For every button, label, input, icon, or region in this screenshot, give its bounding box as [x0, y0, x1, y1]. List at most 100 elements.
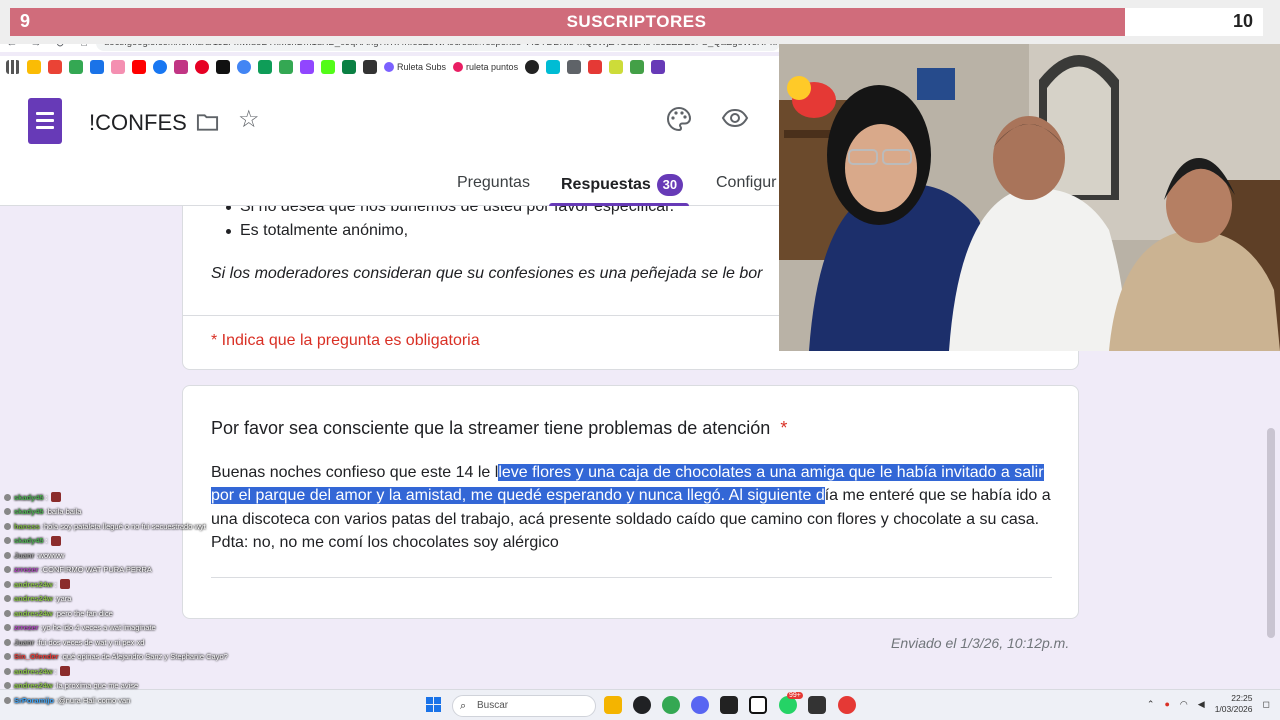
chat-message: andres24w: la proxima que me avise [0, 679, 240, 694]
bookmark-drive-icon[interactable] [27, 60, 41, 74]
chat-username[interactable]: andres24w [14, 594, 53, 603]
chat-message: andres24w: yara [0, 592, 240, 607]
tab-questions[interactable]: Preguntas [457, 174, 530, 192]
chat-badge-icon [4, 682, 11, 690]
bookmark-maps-icon[interactable] [258, 60, 272, 74]
system-tray: ⌃ ● ◠ ◀ 22:25 1/03/2026 ◻ [1147, 693, 1270, 715]
chatgpt-icon[interactable] [633, 696, 651, 714]
chat-username[interactable]: hansss [14, 522, 40, 531]
chat-message: zrrezer: yo he ido 4 veces a wat imagina… [0, 621, 240, 636]
file-explorer-icon[interactable] [604, 696, 622, 714]
wifi-icon[interactable]: ◠ [1180, 699, 1188, 710]
chat-username[interactable]: andres24w [14, 681, 53, 690]
bookmark-ruleta-subs[interactable]: Ruleta Subs [384, 62, 446, 72]
apps-grid-icon[interactable] [6, 60, 20, 74]
bookmark-lime-icon[interactable] [609, 60, 624, 74]
required-note: * Indica que la pregunta es obligatoria [211, 332, 480, 349]
chat-badge-icon [4, 580, 11, 588]
bookmark-twitch-icon[interactable] [300, 60, 314, 74]
chat-badge-icon [4, 537, 11, 545]
bookmark-instagram-icon[interactable] [174, 60, 188, 74]
bookmark-gmail-icon[interactable] [48, 60, 62, 74]
chat-username[interactable]: Juanr [14, 638, 34, 647]
obs-icon[interactable] [838, 696, 856, 714]
chat-username[interactable]: skady45 [14, 493, 44, 502]
google-forms-logo-icon[interactable] [28, 98, 62, 144]
webcam-overlay [779, 40, 1280, 351]
tab-settings[interactable]: Configur [716, 174, 776, 192]
bookmark-youtube-icon[interactable] [132, 60, 146, 74]
taskbar-search[interactable]: ⌕ Buscar [452, 695, 596, 717]
notion-icon[interactable] [749, 696, 767, 714]
clock-time: 22:25 [1231, 693, 1253, 703]
tab-responses[interactable]: Respuestas 30 [561, 174, 683, 196]
preview-eye-icon[interactable] [721, 108, 749, 128]
bookmark-check-icon[interactable] [363, 60, 377, 74]
chat-username[interactable]: andres24w [14, 609, 53, 618]
chat-username[interactable]: Juanr [14, 551, 34, 560]
star-icon[interactable]: ☆ [238, 108, 260, 132]
chat-text: la proxima que me avise [56, 681, 139, 691]
bookmark-chrome-icon[interactable] [237, 60, 251, 74]
answer-text-start: Buenas noches confieso que este 14 le l [211, 464, 499, 481]
bookmark-facebook-icon[interactable] [153, 60, 167, 74]
bookmark-tiktok-icon[interactable] [216, 60, 230, 74]
subscriber-goal-label: SUSCRIPTORES [566, 12, 707, 31]
capcut-icon[interactable] [808, 696, 826, 714]
bookmark-kick-icon[interactable] [321, 60, 335, 74]
notifications-icon[interactable]: ◻ [1263, 699, 1270, 710]
submission-timestamp: Enviado el 1/3/26, 10:12p.m. [891, 635, 1070, 651]
chat-username[interactable]: SrPoramijo [14, 696, 54, 705]
chat-message: Juanr: fui dos veces de wat y ni pex xd [0, 635, 240, 650]
bookmark-play-icon[interactable] [546, 60, 561, 74]
chat-separator: : [54, 666, 57, 676]
chat-username[interactable]: andres24w [14, 580, 53, 589]
chat-text: fui dos veces de wat y ni pex xd [38, 637, 145, 647]
bookmark-pinterest-icon[interactable] [195, 60, 209, 74]
palette-icon[interactable] [666, 106, 692, 132]
bookmark-grid-icon[interactable] [342, 60, 356, 74]
chat-text: pero the fan dice [56, 608, 113, 618]
chat-message: SrPoramijo: @nura Hali como van [0, 693, 240, 708]
webcam-scene [779, 40, 1280, 351]
stream-chat-overlay: skady45: skady45: baila baila hansss: hol… [0, 490, 240, 720]
chat-emote-icon [59, 666, 70, 677]
discord-icon[interactable] [691, 696, 709, 714]
bookmark-docs-icon[interactable] [69, 60, 83, 74]
bookmark-pinwheel-icon[interactable] [111, 60, 125, 74]
form-title[interactable]: !CONFES [89, 110, 187, 136]
chat-username[interactable]: skady45 [14, 536, 44, 545]
bookmark-cloud-icon[interactable] [567, 60, 582, 74]
chat-username[interactable]: zrrezer [14, 565, 39, 574]
system-clock[interactable]: 22:25 1/03/2026 [1215, 693, 1253, 715]
windows-start-icon[interactable] [426, 697, 442, 713]
chat-badge-icon [4, 551, 11, 559]
chat-message: skady45: [0, 490, 240, 505]
volume-icon[interactable]: ◀ [1198, 699, 1205, 710]
chat-text: qué opinas de Alejandro Sanz y Stephanie… [62, 652, 228, 662]
chat-message: andres24w: [0, 664, 240, 679]
chat-username[interactable]: skady45 [14, 507, 44, 516]
capcut-icon[interactable] [720, 696, 738, 714]
question-title: Por favor sea consciente que la streamer… [211, 418, 787, 439]
bookmark-github-icon[interactable] [525, 60, 540, 74]
microphone-icon[interactable]: ● [1164, 699, 1169, 709]
chevron-up-icon[interactable]: ⌃ [1147, 699, 1155, 710]
chat-username[interactable]: Sin_Ofender [14, 652, 59, 661]
bookmark-list-icon[interactable] [651, 60, 666, 74]
chat-username[interactable]: andres24w [14, 667, 53, 676]
page-scrollbar[interactable] [1267, 428, 1275, 638]
answer-text[interactable]: Buenas noches confieso que este 14 le ll… [211, 461, 1056, 555]
chat-emote-icon [50, 492, 61, 503]
bookmark-puzzle-icon[interactable] [630, 60, 645, 74]
bookmark-location-icon[interactable] [279, 60, 293, 74]
chrome-icon[interactable] [662, 696, 680, 714]
chat-username[interactable]: zrrezer [14, 623, 39, 632]
folder-icon[interactable] [196, 112, 219, 132]
bookmark-sheets-icon[interactable] [90, 60, 104, 74]
subscriber-target-count: 10 [1232, 11, 1253, 31]
question-card: Por favor sea consciente que la streamer… [182, 385, 1079, 619]
chat-emote-icon [59, 579, 70, 590]
bookmark-ruleta-puntos[interactable]: ruleta puntos [453, 62, 518, 72]
bookmark-m-icon[interactable] [588, 60, 603, 74]
